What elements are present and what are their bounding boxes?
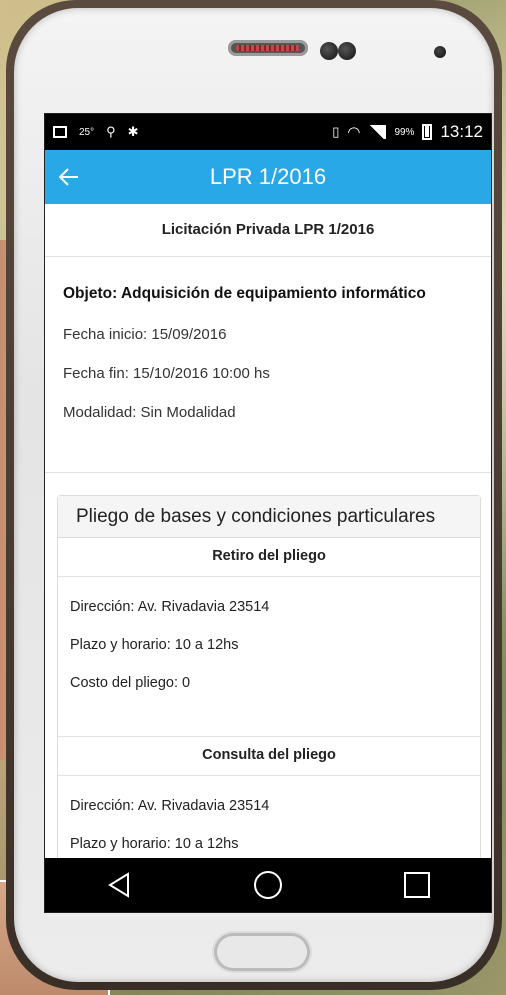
vibrate-icon: ▯ bbox=[332, 124, 340, 139]
light-sensor-icon bbox=[434, 46, 446, 58]
android-debug-icon: ✱ bbox=[127, 124, 139, 139]
retiro-title: Retiro del pliego bbox=[58, 538, 480, 577]
nav-recents-icon[interactable] bbox=[387, 858, 447, 912]
nav-home-icon[interactable] bbox=[238, 858, 298, 912]
back-arrow-icon[interactable] bbox=[45, 150, 93, 204]
screen: 25° ⚲ ✱ ▯ ◠ 99% 13:12 LPR 1/2016 Licitac… bbox=[44, 113, 492, 913]
fecha-fin-text: Fecha fin: 15/10/2016 10:00 hs bbox=[63, 365, 270, 382]
modalidad-text: Modalidad: Sin Modalidad bbox=[63, 404, 236, 421]
clock: 13:12 bbox=[440, 122, 483, 141]
front-camera-icon bbox=[320, 42, 338, 60]
signal-icon bbox=[368, 125, 387, 139]
status-bar: 25° ⚲ ✱ ▯ ◠ 99% 13:12 bbox=[45, 114, 491, 150]
phone-frame: 25° ⚲ ✱ ▯ ◠ 99% 13:12 LPR 1/2016 Licitac… bbox=[6, 0, 502, 990]
pliego-panel-title: Pliego de bases y condiciones particular… bbox=[58, 496, 480, 538]
retiro-section: Dirección: Av. Rivadavia 23514 Plazo y h… bbox=[58, 577, 480, 737]
pliego-panel: Pliego de bases y condiciones particular… bbox=[57, 495, 481, 859]
content-scroll[interactable]: Licitación Privada LPR 1/2016 Objeto: Ad… bbox=[45, 204, 491, 859]
home-hardware-button[interactable] bbox=[214, 933, 310, 971]
earpiece bbox=[228, 40, 308, 56]
objeto-text: Objeto: Adquisición de equipamiento info… bbox=[63, 285, 426, 302]
consulta-title: Consulta del pliego bbox=[58, 737, 480, 776]
consulta-section: Dirección: Av. Rivadavia 23514 Plazo y h… bbox=[58, 776, 480, 859]
nav-bar bbox=[45, 858, 491, 912]
details-section: Objeto: Adquisición de equipamiento info… bbox=[45, 257, 491, 473]
wifi-icon: ◠ bbox=[347, 124, 361, 141]
phone-body: 25° ⚲ ✱ ▯ ◠ 99% 13:12 LPR 1/2016 Licitac… bbox=[14, 8, 494, 982]
page-subtitle: Licitación Privada LPR 1/2016 bbox=[45, 204, 491, 257]
temperature-label: 25° bbox=[79, 126, 95, 138]
fecha-inicio-text: Fecha inicio: 15/09/2016 bbox=[63, 326, 227, 343]
battery-percent: 99% bbox=[394, 126, 415, 138]
proximity-sensor-icon bbox=[338, 42, 356, 60]
consulta-direccion: Dirección: Av. Rivadavia 23514 bbox=[70, 798, 270, 814]
usb-icon: ⚲ bbox=[106, 124, 116, 139]
app-title: LPR 1/2016 bbox=[209, 164, 327, 189]
retiro-plazo: Plazo y horario: 10 a 12hs bbox=[70, 637, 239, 653]
battery-icon bbox=[422, 124, 433, 140]
app-bar: LPR 1/2016 bbox=[45, 150, 491, 204]
retiro-costo: Costo del pliego: 0 bbox=[70, 675, 191, 691]
consulta-plazo: Plazo y horario: 10 a 12hs bbox=[70, 836, 239, 852]
nav-back-icon[interactable] bbox=[89, 858, 149, 912]
image-notification-icon bbox=[53, 126, 67, 138]
retiro-direccion: Dirección: Av. Rivadavia 23514 bbox=[70, 599, 270, 615]
